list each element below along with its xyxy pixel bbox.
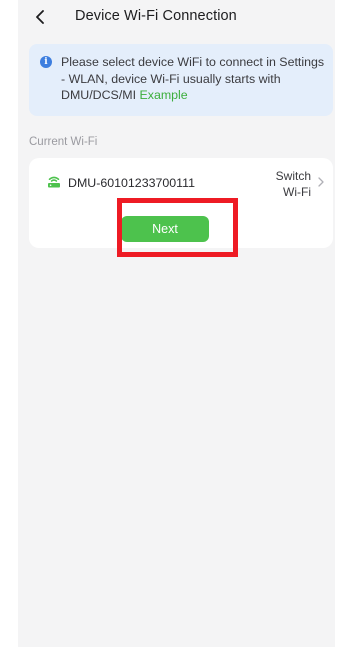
notice-message: Please select device WiFi to connect in … [61,55,325,102]
example-link[interactable]: Example [139,88,187,102]
notice-text: Please select device WiFi to connect in … [61,54,326,104]
router-icon [48,176,60,188]
next-button[interactable]: Next [121,216,209,242]
header: Device Wi-Fi Connection [18,0,335,34]
app-screen: Device Wi-Fi Connection i Please select … [18,0,335,647]
info-notice: i Please select device WiFi to connect i… [29,44,333,116]
back-button[interactable] [30,6,50,28]
current-wifi-label: Current Wi-Fi [29,136,98,148]
switch-wifi-link[interactable]: Switch Wi-Fi [265,168,311,200]
chevron-left-icon [36,10,44,24]
wifi-network-name: DMU-60101233700111 [68,176,195,190]
chevron-right-icon[interactable] [315,175,327,189]
page-title: Device Wi-Fi Connection [75,8,237,24]
info-icon: i [40,56,52,68]
